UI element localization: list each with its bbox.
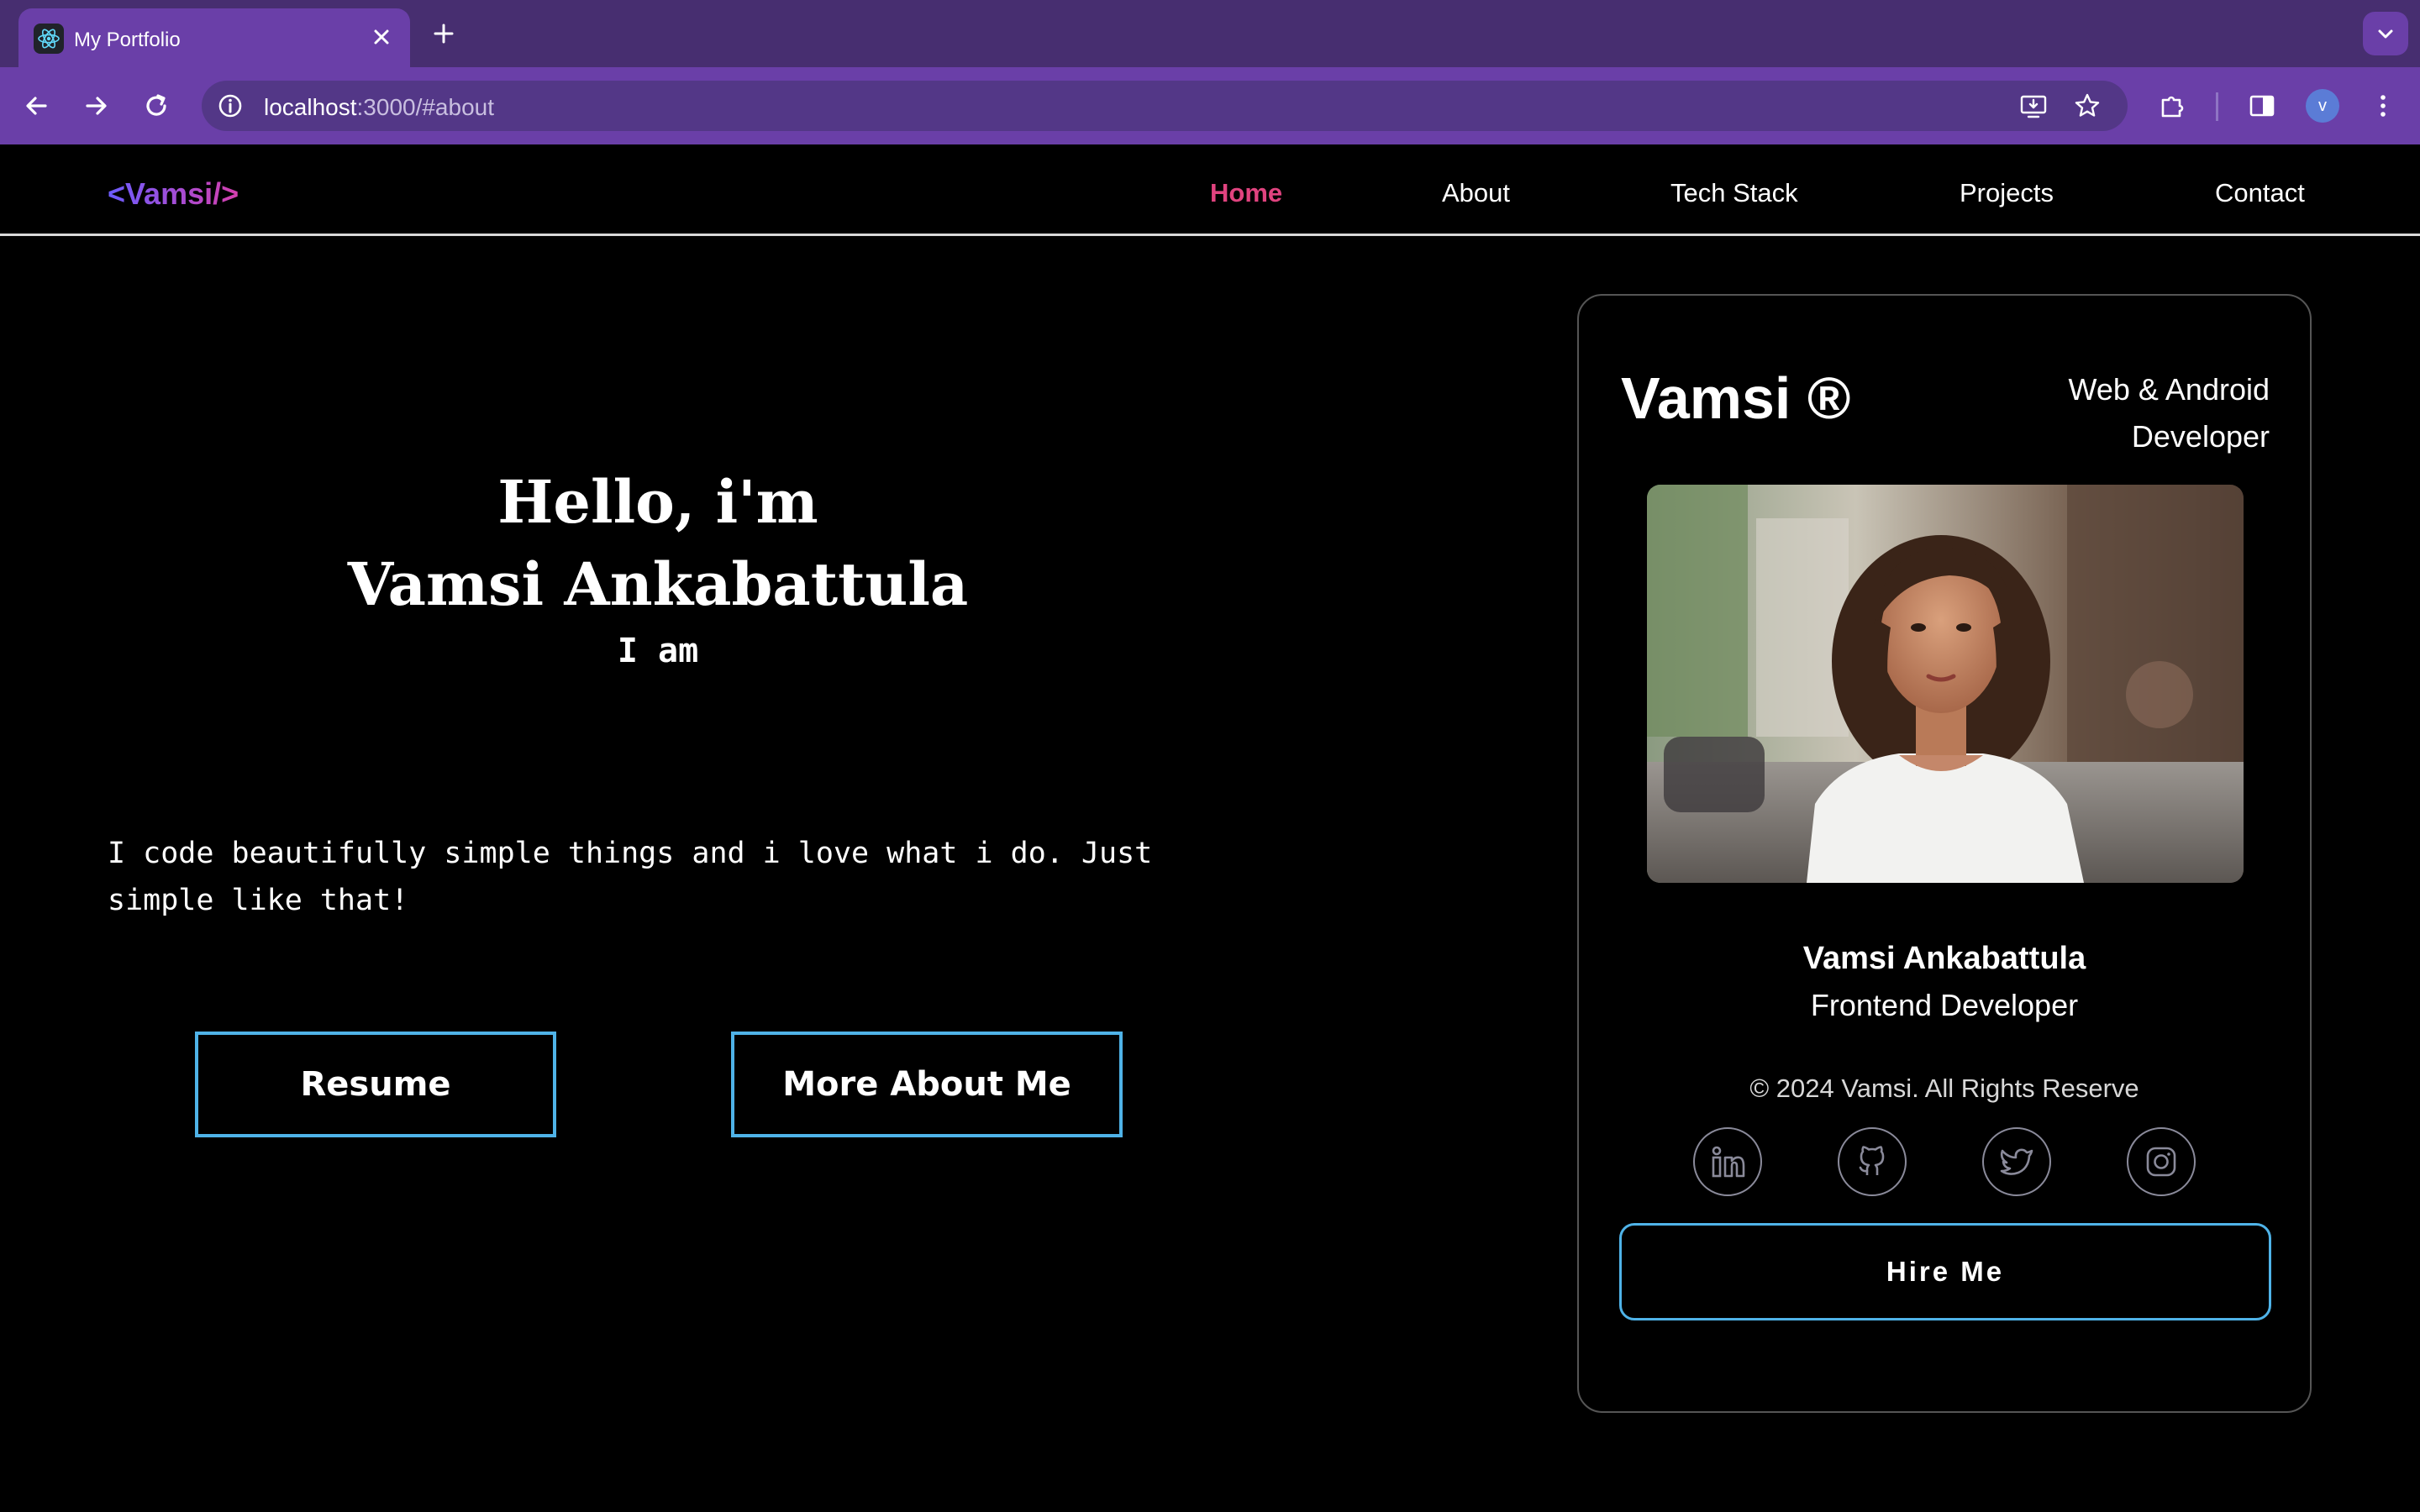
browser-toolbar: localhost:3000/#about [0, 67, 2420, 144]
hero-description: I code beautifully simple things and i l… [108, 830, 1234, 924]
hero-greeting: Hello, i'm [497, 467, 818, 537]
card-full-name: Vamsi Ankabattula [1802, 941, 2086, 976]
portrait-image [1647, 485, 2244, 883]
github-link[interactable] [1838, 1127, 1907, 1196]
chevron-down-icon [2378, 29, 2393, 39]
url-text[interactable]: localhost:3000/#about [264, 94, 494, 121]
extensions-icon[interactable] [2156, 89, 2190, 123]
url-path: :3000/#about [356, 94, 495, 120]
side-panel-icon[interactable] [2245, 89, 2279, 123]
hero-name: Vamsi Ankabattula [347, 549, 969, 619]
tab-strip: My Portfolio [0, 0, 2420, 67]
new-tab-icon[interactable] [429, 18, 459, 49]
nav-link-contact[interactable]: Contact [2215, 178, 2305, 208]
card-role: Web & Android Developer [2001, 366, 2270, 460]
card-job-title: Frontend Developer [1810, 988, 2079, 1022]
linkedin-link[interactable] [1693, 1127, 1762, 1196]
profile-photo [1647, 485, 2244, 883]
bookmark-star-icon[interactable] [2072, 91, 2102, 121]
browser-tab[interactable]: My Portfolio [18, 8, 410, 67]
profile-avatar[interactable]: v [2306, 89, 2339, 123]
navbar-divider [0, 234, 2420, 236]
toolbar-divider [2216, 92, 2218, 121]
card-copyright: © 2024 Vamsi. All Rights Reserve [1749, 1074, 2139, 1103]
address-bar[interactable]: localhost:3000/#about [202, 81, 2128, 131]
nav-link-projects[interactable]: Projects [1960, 178, 2054, 208]
tab-close-icon[interactable] [366, 22, 397, 52]
nav-link-tech-stack[interactable]: Tech Stack [1670, 178, 1798, 208]
card-role-line-1: Web & Android [2068, 372, 2270, 407]
forward-arrow-icon[interactable] [79, 89, 113, 123]
instagram-link[interactable] [2127, 1127, 2196, 1196]
nav-link-about[interactable]: About [1442, 178, 1510, 208]
react-favicon-icon [34, 24, 64, 54]
site-logo[interactable]: <Vamsi/> [108, 176, 239, 212]
card-role-line-2: Developer [2131, 419, 2270, 454]
back-arrow-icon[interactable] [20, 89, 54, 123]
reload-icon[interactable] [139, 89, 173, 123]
kebab-menu-icon[interactable] [2366, 89, 2400, 123]
install-app-icon[interactable] [2018, 91, 2049, 121]
hero-description-line-2: simple like that! [108, 884, 409, 917]
hero-description-line-1: I code beautifully simple things and i l… [108, 837, 1153, 870]
profile-card: Vamsi ® Web & Android Developer Vamsi An… [1577, 294, 2312, 1413]
nav-link-home[interactable]: Home [1210, 178, 1282, 208]
github-icon [1859, 1146, 1885, 1175]
linkedin-icon [1712, 1146, 1745, 1178]
url-host: localhost [264, 94, 357, 120]
hero-typing-text: I am [617, 632, 699, 670]
twitter-icon [2000, 1148, 2033, 1175]
card-brand-name: Vamsi ® [1621, 365, 1851, 431]
twitter-link[interactable] [1982, 1127, 2051, 1196]
tab-search-button[interactable] [2363, 12, 2408, 55]
resume-button[interactable]: Resume [195, 1032, 556, 1137]
site-navbar: <Vamsi/> Home About Tech Stack Projects … [0, 144, 2420, 234]
hire-me-button[interactable]: Hire Me [1619, 1223, 2271, 1320]
site-info-icon[interactable] [213, 89, 247, 123]
tab-title: My Portfolio [74, 29, 181, 51]
instagram-icon [2146, 1147, 2176, 1177]
more-about-me-button[interactable]: More About Me [731, 1032, 1123, 1137]
